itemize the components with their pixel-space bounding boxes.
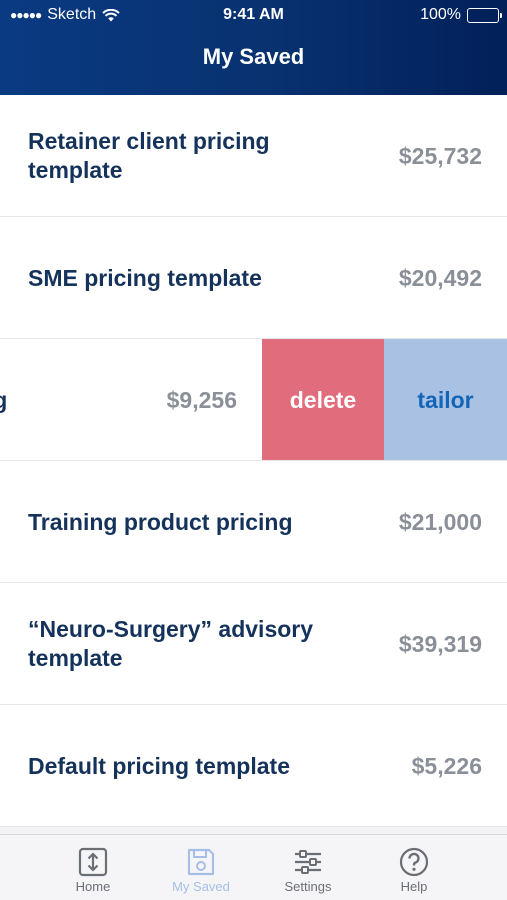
item-price: $9,256: [166, 386, 237, 413]
list-item[interactable]: Default pricing template $5,226: [0, 705, 507, 827]
item-price: $5,226: [411, 752, 482, 779]
list-item[interactable]: “Neuro-Surgery” advisory template $39,31…: [0, 583, 507, 705]
nav-header: ●●●●● Sketch 9:41 AM 100% My Saved: [0, 0, 507, 95]
tab-home[interactable]: Home: [43, 835, 143, 900]
item-name: Retainer client pricing template: [28, 128, 270, 183]
item-price: $39,319: [398, 630, 482, 657]
battery-icon: [467, 7, 502, 23]
battery-percent: 100%: [420, 6, 461, 23]
tab-label: My Saved: [172, 879, 230, 894]
item-name: Default pricing template: [28, 752, 290, 779]
page-title: My Saved: [202, 44, 305, 69]
list-item[interactable]: Training product pricing $21,000: [0, 461, 507, 583]
save-disk-icon: [187, 848, 215, 876]
tab-help[interactable]: Help: [364, 835, 464, 900]
status-bar: ●●●●● Sketch 9:41 AM 100%: [0, 0, 507, 30]
help-icon: [399, 847, 429, 877]
tab-my-saved[interactable]: My Saved: [151, 835, 251, 900]
tailor-button[interactable]: tailor: [384, 339, 507, 460]
list-item[interactable]: Retainer client pricing template $25,732: [0, 95, 507, 217]
tab-bar: Home My Saved Settings Help: [0, 834, 507, 900]
item-price: $20,492: [398, 264, 482, 291]
tab-settings[interactable]: Settings: [258, 835, 358, 900]
item-name: Training product pricing: [28, 508, 293, 535]
delete-button[interactable]: delete: [262, 339, 384, 460]
item-name: “Neuro-Surgery” advisory template: [28, 616, 314, 671]
item-price: $25,732: [398, 142, 482, 169]
tab-label: Help: [400, 879, 428, 894]
tab-label: Home: [75, 879, 111, 894]
item-name: SME pricing template: [28, 264, 262, 291]
list-item-swiped[interactable]: cing $9,256 delete tailor: [0, 339, 507, 461]
list-item[interactable]: SME pricing template $20,492: [0, 217, 507, 339]
saved-list: Retainer client pricing template $25,732…: [0, 95, 507, 827]
sliders-icon: [295, 850, 321, 874]
tab-label: Settings: [284, 879, 332, 894]
home-sort-icon: [78, 847, 108, 877]
item-price: $21,000: [398, 508, 482, 535]
